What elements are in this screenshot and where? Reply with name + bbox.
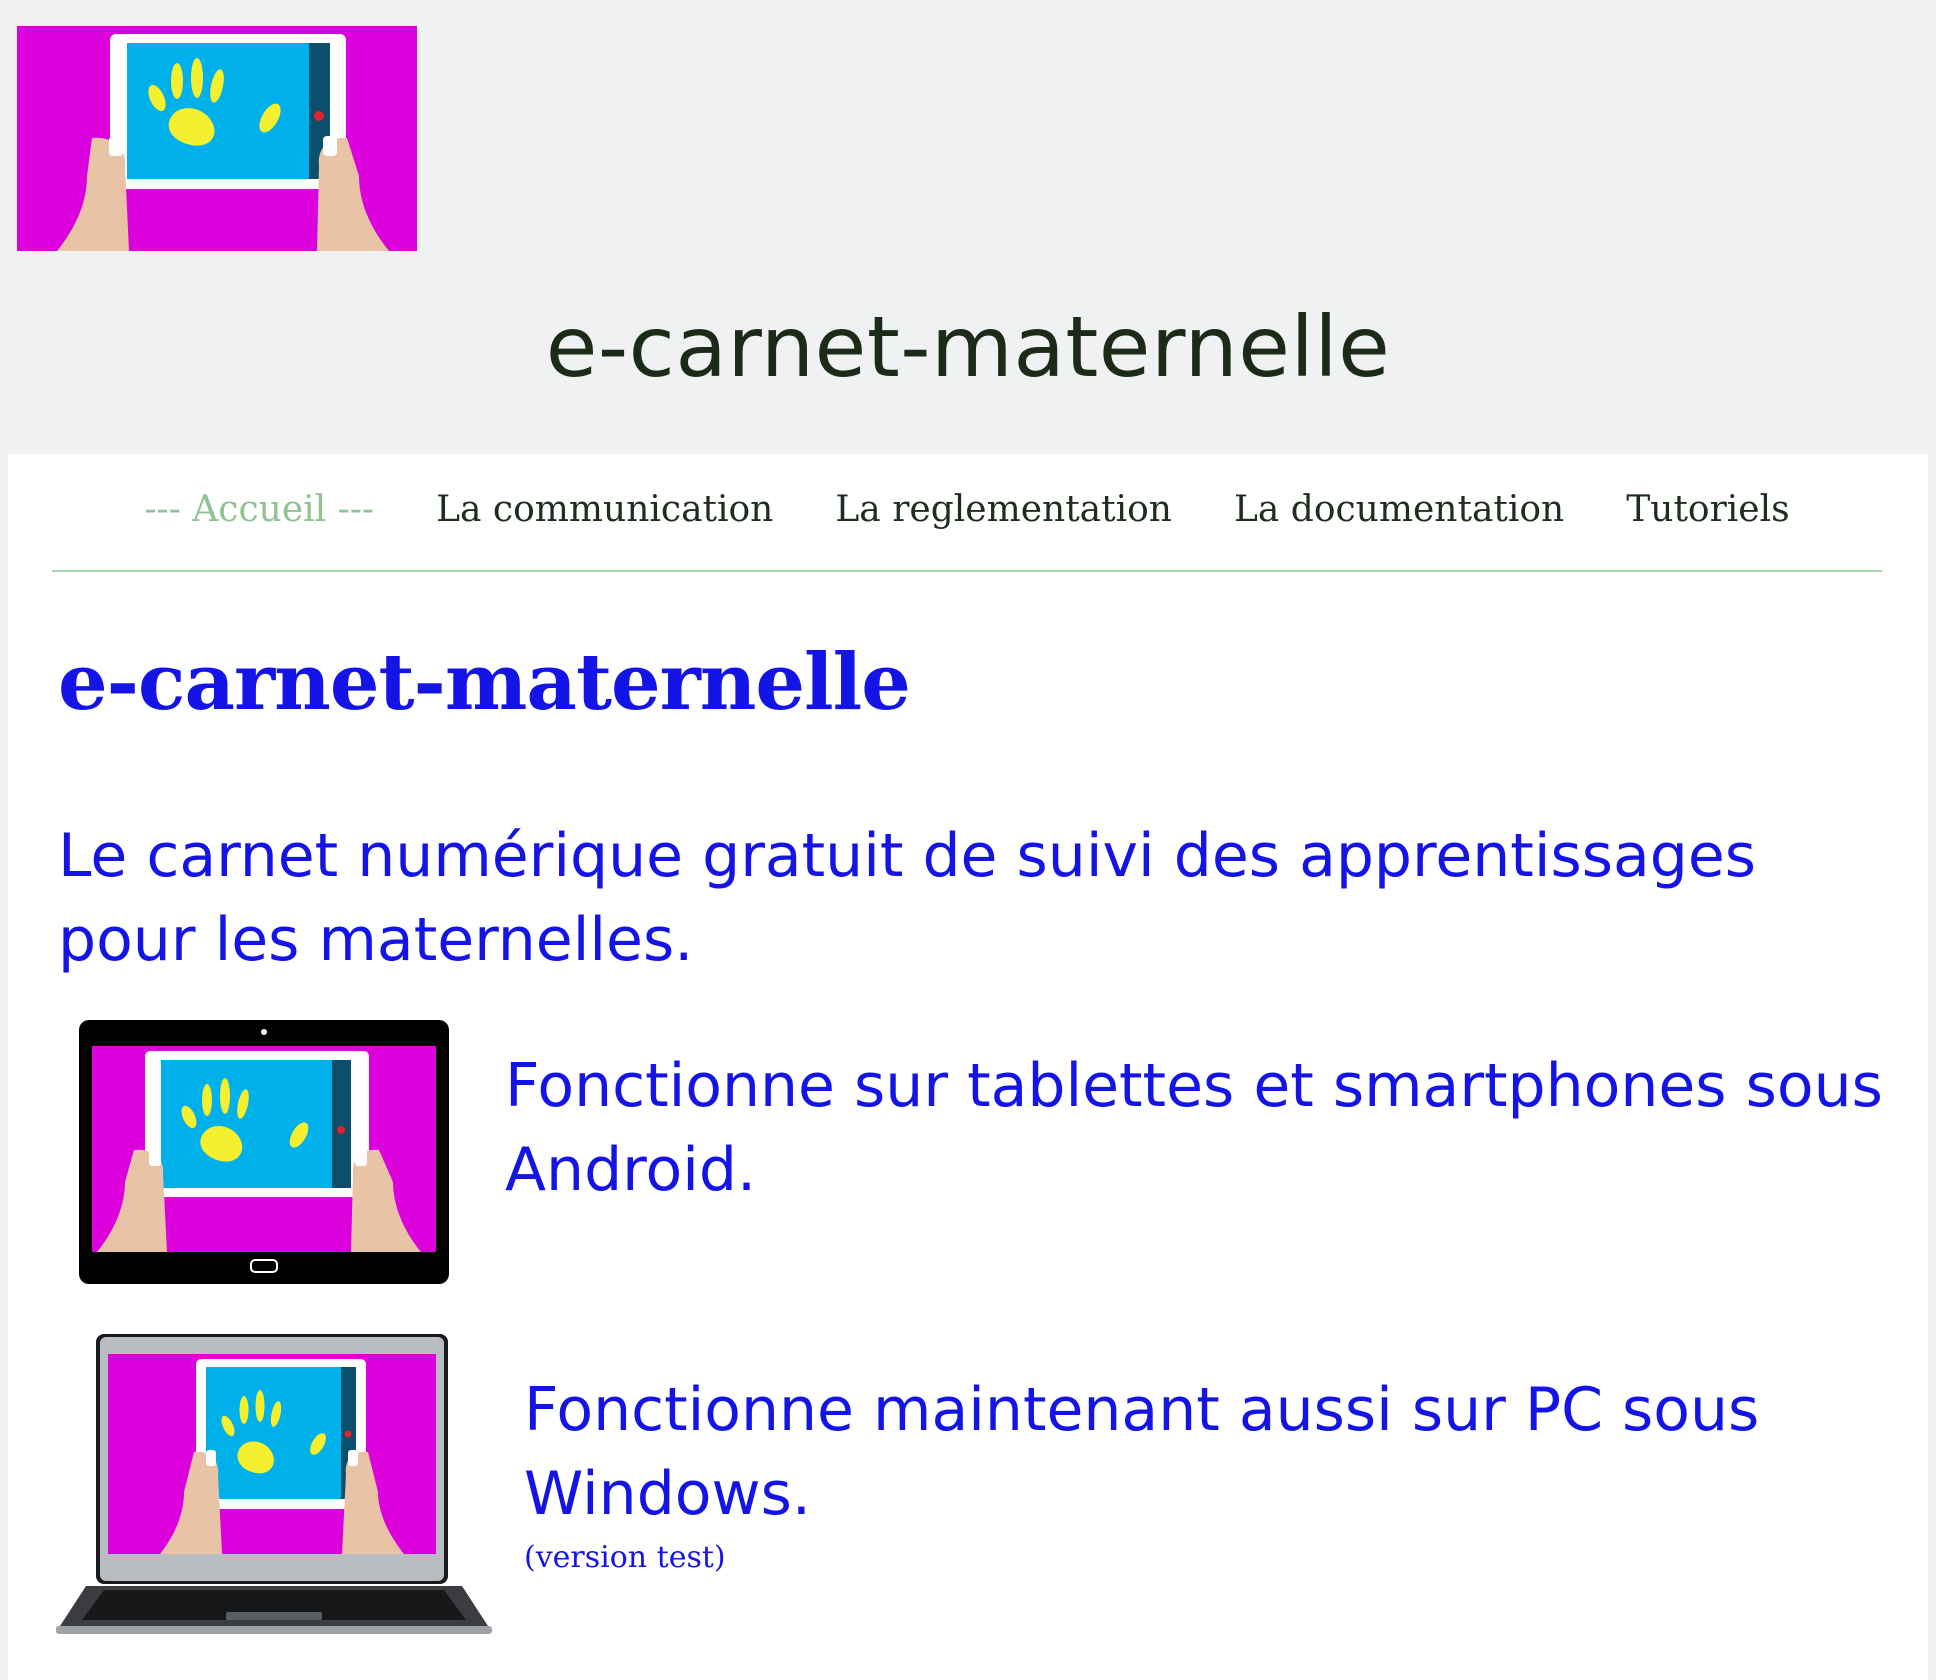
content-card: --- Accueil --- La communication La regl… <box>8 454 1928 1680</box>
page-title: e-carnet-maternelle <box>58 637 911 728</box>
feature-android-text: Fonctionne sur tablettes et smartphones … <box>505 1051 1883 1205</box>
nav-item-tutoriels[interactable]: Tutoriels <box>1626 489 1789 536</box>
site-title[interactable]: e-carnet-maternelle <box>0 305 1936 389</box>
nav-item-documentation[interactable]: La documentation <box>1234 489 1564 536</box>
windows-laptop-icon <box>56 1334 492 1634</box>
feature-windows-text: Fonctionne maintenant aussi sur PC sous … <box>524 1375 1760 1529</box>
android-tablet-icon <box>79 1020 449 1284</box>
version-test-note: (version test) <box>524 1540 726 1575</box>
tagline: Le carnet numérique gratuit de suivi des… <box>58 821 1757 975</box>
nav-item-accueil[interactable]: --- Accueil --- <box>144 489 374 536</box>
nav-item-reglementation[interactable]: La reglementation <box>835 489 1172 536</box>
site-logo[interactable] <box>17 26 417 251</box>
main-nav: --- Accueil --- La communication La regl… <box>52 454 1882 572</box>
nav-item-communication[interactable]: La communication <box>436 489 773 536</box>
site-header: e-carnet-maternelle <box>0 0 1936 454</box>
